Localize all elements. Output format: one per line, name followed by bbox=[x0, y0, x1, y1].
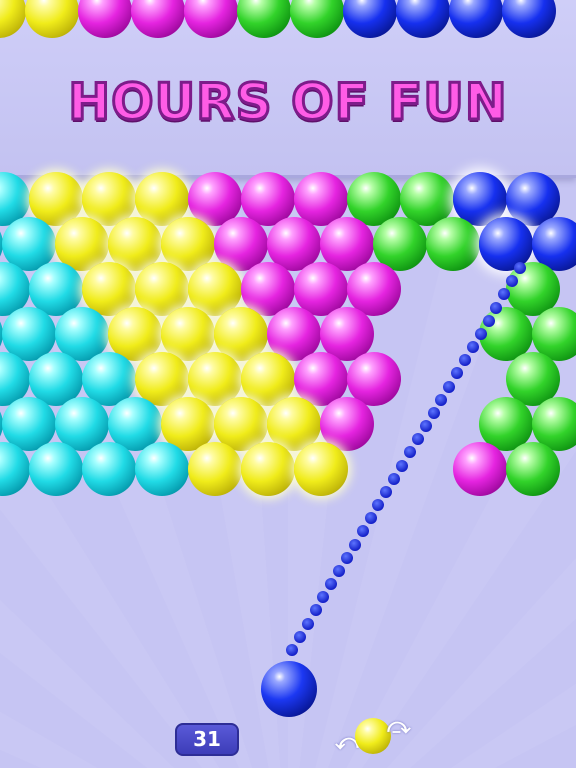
cyan-bubble bbox=[82, 442, 136, 496]
aim-dot bbox=[474, 327, 487, 340]
aim-dot bbox=[364, 512, 377, 525]
shooter-bubble[interactable] bbox=[261, 661, 317, 717]
yellow-bubble bbox=[188, 442, 242, 496]
aim-dot bbox=[396, 459, 409, 472]
magenta-bubble bbox=[453, 442, 507, 496]
green-bubble bbox=[426, 217, 480, 271]
aim-dot bbox=[514, 262, 526, 274]
next-bubble-swap-button[interactable]: ⤺ ⤼ bbox=[335, 710, 411, 764]
aim-dot bbox=[411, 433, 424, 446]
cyan-bubble bbox=[29, 442, 83, 496]
aim-dot bbox=[341, 551, 354, 564]
aim-dot bbox=[301, 617, 314, 630]
banner-title: HOURS OF FUN bbox=[67, 72, 509, 133]
aim-dot bbox=[427, 406, 440, 419]
green-bubble bbox=[506, 442, 560, 496]
aim-dot bbox=[419, 420, 432, 433]
game-board[interactable]: HOURS OF FUN 31 ⤺ ⤼ bbox=[0, 0, 576, 768]
aim-dot bbox=[482, 314, 495, 327]
cyan-bubble bbox=[135, 442, 189, 496]
aim-dot bbox=[388, 472, 401, 485]
yellow-bubble bbox=[241, 442, 295, 496]
moves-counter: 31 bbox=[175, 723, 239, 756]
yellow-bubble bbox=[294, 442, 348, 496]
swap-arrow-right-icon: ⤼ bbox=[387, 714, 411, 739]
aim-dot bbox=[348, 538, 361, 551]
aim-dot bbox=[293, 630, 306, 643]
aim-dot bbox=[309, 604, 322, 617]
aim-dot bbox=[490, 301, 503, 314]
aim-dot bbox=[466, 341, 479, 354]
aim-dot bbox=[443, 380, 456, 393]
next-bubble bbox=[355, 718, 391, 754]
aim-dot bbox=[286, 644, 298, 656]
